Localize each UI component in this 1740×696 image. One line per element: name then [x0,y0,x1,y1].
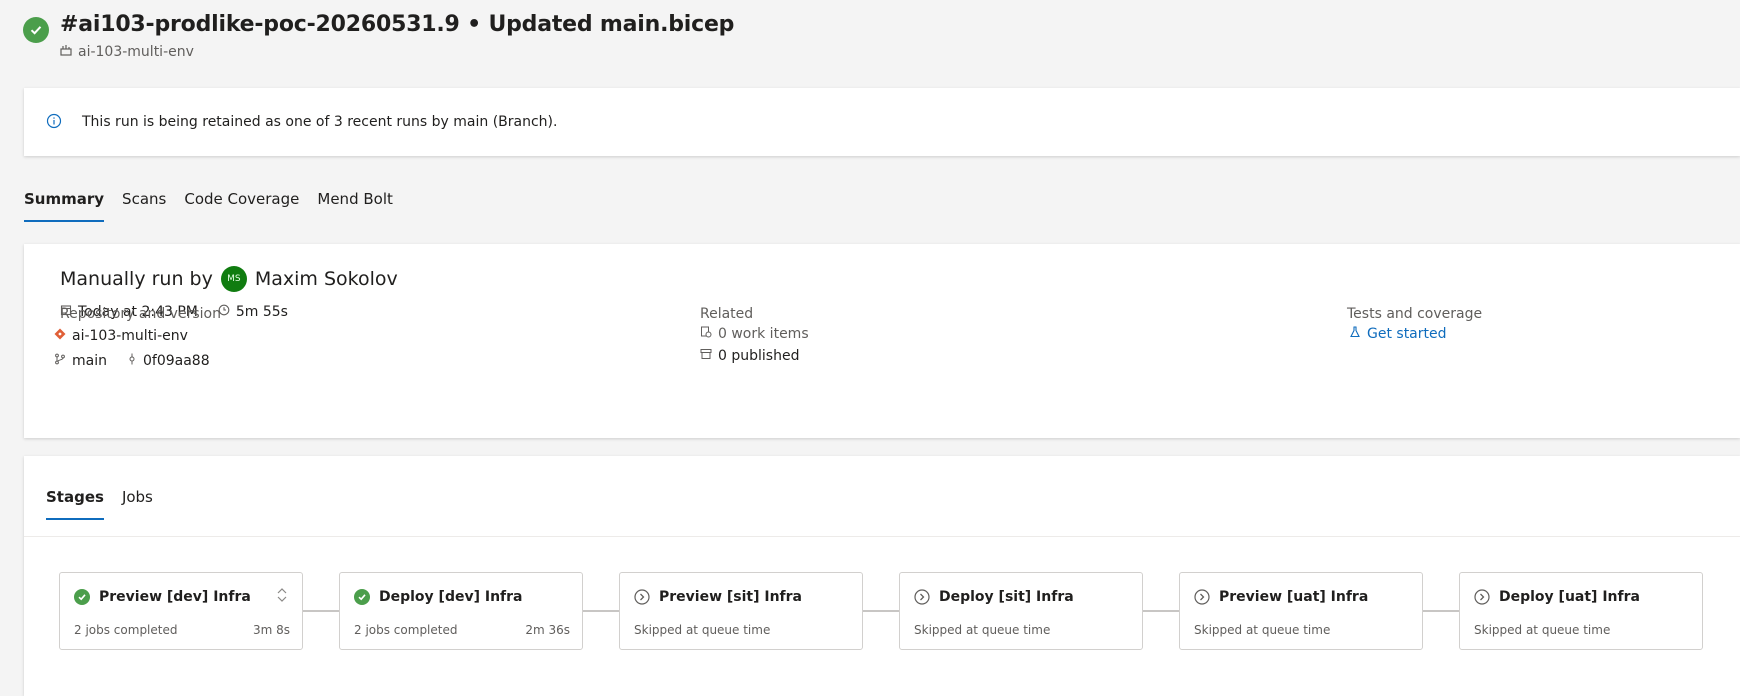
stage-header: Preview [dev] Infra [74,589,251,605]
tab-scans[interactable]: Scans [122,190,166,222]
run-succeeded-icon [23,17,49,43]
work-items-count: 0 work items [718,326,809,342]
stage-header: Preview [sit] Infra [634,589,802,605]
pipeline-name: ai-103-multi-env [78,44,194,60]
avatar[interactable]: MS [220,266,247,292]
branch-commit-row: main 0f09aa88 [54,353,210,369]
work-items-row: 0 work items [700,326,809,342]
info-icon [46,113,64,131]
stage-connector [863,610,899,612]
stage-preview-dev[interactable]: Preview [dev] Infra 2 jobs completed 3m … [59,572,303,650]
git-repo-icon [54,328,66,344]
stage-preview-sit[interactable]: Preview [sit] Infra Skipped at queue tim… [619,572,863,650]
stage-connector [1423,610,1459,612]
stage-detail: Skipped at queue time [1194,623,1331,637]
stage-name: Preview [dev] Infra [99,589,251,605]
divider [24,536,1740,537]
skipped-icon [1474,589,1490,605]
repository-link[interactable]: ai-103-multi-env [54,328,188,344]
commit-id[interactable]: 0f09aa88 [143,353,210,369]
success-icon [354,589,370,605]
page-title: #ai103-prodlike-poc-20260531.9 • Updated… [60,12,735,37]
stages-card: Stages Jobs Preview [dev] Infra 2 jobs c… [24,456,1740,696]
tab-mend-bolt[interactable]: Mend Bolt [317,190,392,222]
skipped-icon [634,589,650,605]
stage-detail: Skipped at queue time [914,623,1051,637]
stage-header: Preview [uat] Infra [1194,589,1368,605]
stage-connector [303,610,339,612]
stage-name: Preview [uat] Infra [1219,589,1369,605]
get-started-link[interactable]: Get started [1349,326,1447,342]
stage-detail: Skipped at queue time [634,623,771,637]
stage-preview-uat[interactable]: Preview [uat] Infra Skipped at queue tim… [1179,572,1423,650]
tab-jobs[interactable]: Jobs [122,488,153,520]
tab-code-coverage[interactable]: Code Coverage [184,190,299,222]
branch-name[interactable]: main [72,353,107,369]
run-by-line: Manually run by MS Maxim Sokolov [60,266,398,292]
stage-duration: 3m 8s [252,623,290,637]
repository-label: Repository and version [60,306,221,322]
stage-name: Deploy [uat] Infra [1499,589,1640,605]
stage-deploy-sit[interactable]: Deploy [sit] Infra Skipped at queue time [899,572,1143,650]
stage-duration: 2m 36s [525,623,570,637]
beaker-icon [1349,326,1361,342]
banner-text: This run is being retained as one of 3 r… [82,114,558,130]
user-name[interactable]: Maxim Sokolov [255,268,398,290]
stage-name: Preview [sit] Infra [659,589,803,605]
stage-deploy-dev[interactable]: Deploy [dev] Infra 2 jobs completed 2m 3… [339,572,583,650]
retention-banner: This run is being retained as one of 3 r… [24,88,1740,156]
published-count: 0 published [718,348,800,364]
stage-header: Deploy [uat] Infra [1474,589,1640,605]
stage-detail: Skipped at queue time [1474,623,1611,637]
stage-header: Deploy [sit] Infra [914,589,1074,605]
stage-name: Deploy [sit] Infra [939,589,1074,605]
pipeline-icon [60,44,72,60]
related-label: Related [700,306,754,322]
success-icon [74,589,90,605]
stage-connector [1143,610,1179,612]
stage-name: Deploy [dev] Infra [379,589,523,605]
stage-header: Deploy [dev] Infra [354,589,523,605]
stage-detail: 2 jobs completed [74,623,178,637]
branch-icon [54,353,66,369]
run-by-prefix: Manually run by [60,268,213,290]
get-started-text: Get started [1367,326,1447,342]
pipeline-link[interactable]: ai-103-multi-env [60,44,194,60]
stage-deploy-uat[interactable]: Deploy [uat] Infra Skipped at queue time [1459,572,1703,650]
stage-detail: 2 jobs completed [354,623,458,637]
tests-label: Tests and coverage [1347,306,1483,322]
stage-connector [583,610,619,612]
tab-stages[interactable]: Stages [46,488,104,520]
run-duration: 5m 55s [235,304,288,320]
artifact-icon [700,348,712,364]
summary-card: Manually run by MS Maxim Sokolov Today a… [24,244,1740,438]
commit-icon [127,353,137,369]
published-row[interactable]: 0 published [700,348,799,364]
stage-view-tabs: Stages Jobs [46,488,153,520]
expand-icon[interactable] [276,587,288,607]
skipped-icon [914,589,930,605]
repository-name: ai-103-multi-env [72,328,188,344]
work-item-icon [700,326,712,342]
tab-summary[interactable]: Summary [24,190,105,222]
skipped-icon [1194,589,1210,605]
run-tabs: Summary Scans Code Coverage Mend Bolt [24,190,393,222]
